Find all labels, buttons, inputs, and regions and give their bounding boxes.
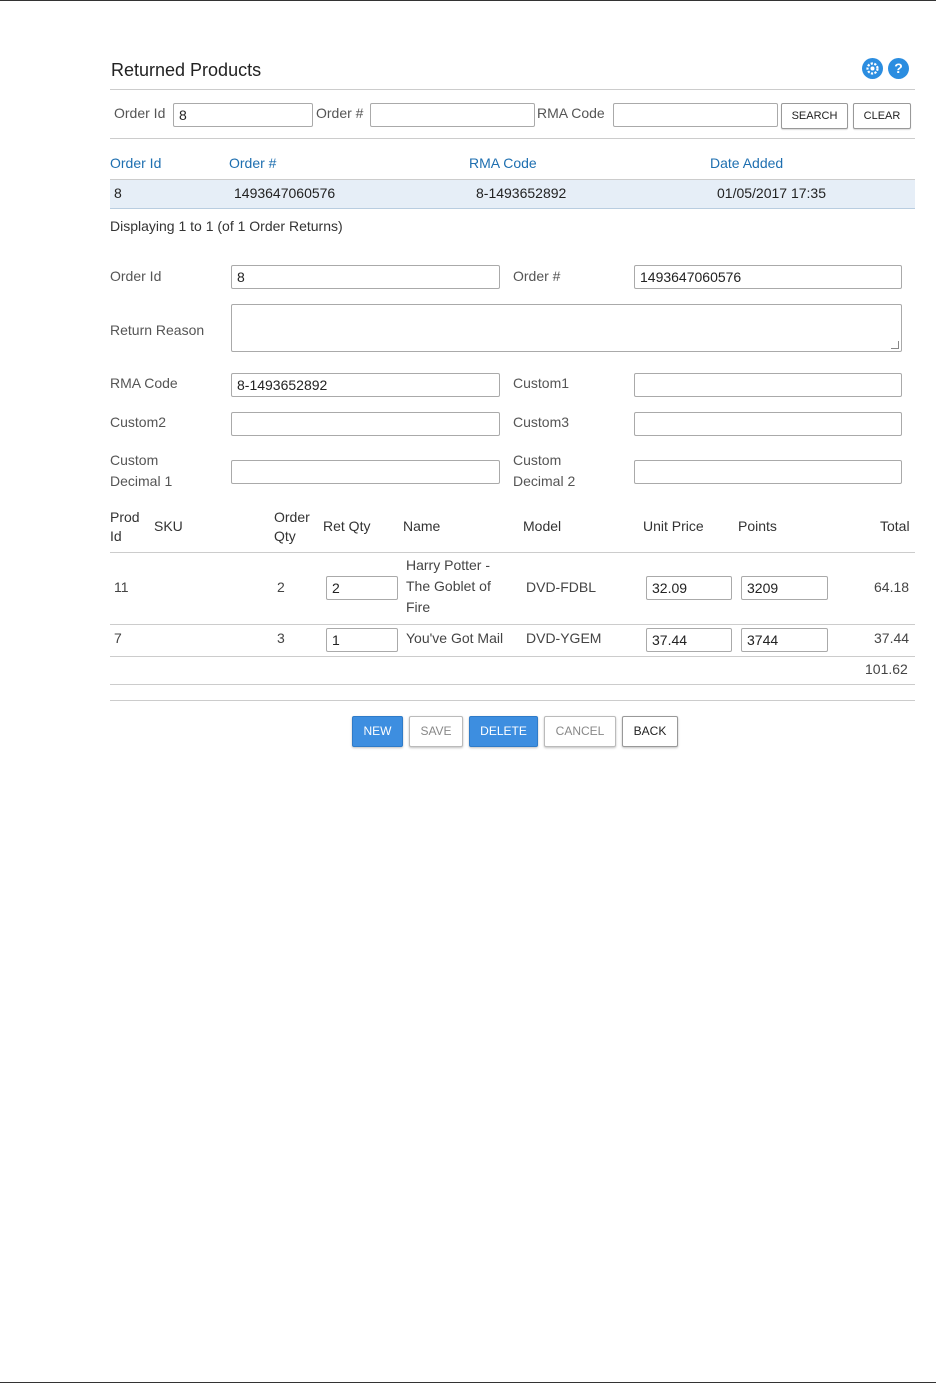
- table-row: 11 2 2 Harry Potter - The Goblet of Fire…: [110, 553, 915, 625]
- page-top-border: [0, 0, 936, 1]
- search-bar: Order Id 8 Order # RMA Code SEARCH CLEAR: [110, 90, 915, 139]
- product-total: 64.18: [874, 579, 910, 595]
- search-order-num-label: Order #: [316, 105, 364, 121]
- products-total-row: 101.62: [110, 656, 915, 685]
- product-name-line1: Harry Potter -: [406, 557, 491, 573]
- search-button[interactable]: SEARCH: [781, 103, 848, 129]
- search-order-id-label: Order Id: [114, 105, 166, 121]
- custom3-label: Custom3: [513, 414, 570, 430]
- header-prod-id-line2: Id: [110, 528, 122, 544]
- header-points: Points: [738, 518, 777, 534]
- display-count-text: Displaying 1 to 1 (of 1 Order Returns): [110, 218, 343, 234]
- product-ret-qty-input[interactable]: 1: [326, 628, 398, 652]
- resize-handle-icon[interactable]: [891, 341, 899, 349]
- product-ret-qty-input[interactable]: 2: [326, 576, 398, 600]
- row-order-num: 1493647060576: [234, 185, 336, 201]
- custom1-field[interactable]: [634, 373, 902, 397]
- returned-products-panel: Returned Products ? Order Id 8 Order # R…: [110, 56, 915, 747]
- clear-button[interactable]: CLEAR: [853, 103, 911, 129]
- product-model: DVD-FDBL: [526, 579, 597, 595]
- custom2-field[interactable]: [231, 412, 500, 436]
- new-button[interactable]: NEW: [352, 716, 403, 747]
- column-header-rma-code[interactable]: RMA Code: [469, 155, 537, 171]
- custom-decimal1-label: Custom Decimal 1: [110, 450, 172, 492]
- custom-decimal1-label-line2: Decimal 1: [110, 473, 173, 489]
- table-row[interactable]: 8 1493647060576 8-1493652892 01/05/2017 …: [110, 180, 915, 209]
- custom3-field[interactable]: [634, 412, 902, 436]
- header-prod-id: Prod Id: [110, 508, 140, 546]
- column-header-order-num[interactable]: Order #: [229, 155, 276, 171]
- header-model: Model: [523, 518, 562, 534]
- row-date-added: 01/05/2017 17:35: [717, 185, 826, 201]
- cancel-button[interactable]: CANCEL: [544, 716, 616, 747]
- row-order-id: 8: [114, 185, 122, 201]
- search-order-num-input[interactable]: [370, 103, 535, 127]
- product-model: DVD-YGEM: [526, 630, 602, 646]
- product-prod-id: 11: [114, 579, 129, 595]
- product-name-line2: The Goblet of: [406, 578, 491, 594]
- products-table-header: Prod Id SKU Order Qty Ret Qty Name Model…: [110, 506, 915, 553]
- product-unit-price-input[interactable]: 32.09: [646, 576, 732, 600]
- header-sku: SKU: [154, 518, 183, 534]
- product-order-qty: 3: [277, 630, 285, 646]
- order-num-label: Order #: [513, 268, 561, 284]
- search-rma-label: RMA Code: [537, 105, 605, 121]
- return-reason-textarea[interactable]: [231, 304, 902, 352]
- gear-icon-graphic: [866, 62, 879, 75]
- row-rma-code: 8-1493652892: [476, 185, 567, 201]
- header-order-qty-line1: Order: [274, 509, 310, 525]
- custom-decimal2-field[interactable]: [634, 460, 902, 484]
- grand-total: 101.62: [865, 661, 908, 677]
- header-name: Name: [403, 518, 441, 534]
- order-num-field[interactable]: 1493647060576: [634, 265, 902, 289]
- gear-icon[interactable]: [862, 58, 883, 79]
- page-bottom-border: [0, 1382, 936, 1383]
- header-order-qty: Order Qty: [274, 508, 310, 546]
- rma-code-field[interactable]: 8-1493652892: [231, 373, 500, 397]
- header-unit-price: Unit Price: [643, 518, 704, 534]
- search-rma-input[interactable]: [613, 103, 778, 127]
- divider: [110, 700, 915, 701]
- product-points-input[interactable]: 3209: [741, 576, 828, 600]
- delete-button[interactable]: DELETE: [469, 716, 538, 747]
- custom-decimal2-label: Custom Decimal 2: [513, 450, 575, 492]
- product-name: You've Got Mail: [406, 630, 504, 646]
- save-button[interactable]: SAVE: [409, 716, 463, 747]
- custom2-label: Custom2: [110, 414, 167, 430]
- custom1-label: Custom1: [513, 375, 570, 391]
- order-returns-list-header: Order Id Order # RMA Code Date Added: [110, 139, 915, 180]
- order-id-label: Order Id: [110, 268, 162, 284]
- page-title: Returned Products: [111, 60, 262, 80]
- header-total: Total: [880, 518, 910, 534]
- product-order-qty: 2: [277, 579, 285, 595]
- column-header-date-added[interactable]: Date Added: [710, 155, 783, 171]
- product-unit-price-input[interactable]: 37.44: [646, 628, 732, 652]
- product-prod-id: 7: [114, 630, 122, 646]
- rma-code-label: RMA Code: [110, 375, 178, 391]
- product-total: 37.44: [874, 630, 910, 646]
- table-row: 7 3 1 You've Got Mail DVD-YGEM 37.44 374…: [110, 625, 915, 657]
- custom-decimal2-label-line1: Custom: [513, 452, 562, 468]
- header-order-qty-line2: Qty: [274, 528, 296, 544]
- action-buttons: NEW SAVE DELETE CANCEL BACK: [110, 716, 915, 748]
- product-name: Harry Potter - The Goblet of Fire: [406, 555, 491, 618]
- help-icon[interactable]: ?: [888, 58, 909, 79]
- back-button[interactable]: BACK: [622, 716, 678, 747]
- product-name-line3: Fire: [406, 599, 431, 615]
- product-points-input[interactable]: 3744: [741, 628, 828, 652]
- header-ret-qty: Ret Qty: [323, 518, 371, 534]
- return-reason-label: Return Reason: [110, 322, 205, 338]
- title-row: Returned Products ?: [110, 56, 915, 90]
- custom-decimal2-label-line2: Decimal 2: [513, 473, 576, 489]
- header-prod-id-line1: Prod: [110, 509, 140, 525]
- custom-decimal1-field[interactable]: [231, 460, 500, 484]
- custom-decimal1-label-line1: Custom: [110, 452, 159, 468]
- order-id-field[interactable]: 8: [231, 265, 500, 289]
- search-order-id-input[interactable]: 8: [173, 103, 313, 127]
- column-header-order-id[interactable]: Order Id: [110, 155, 161, 171]
